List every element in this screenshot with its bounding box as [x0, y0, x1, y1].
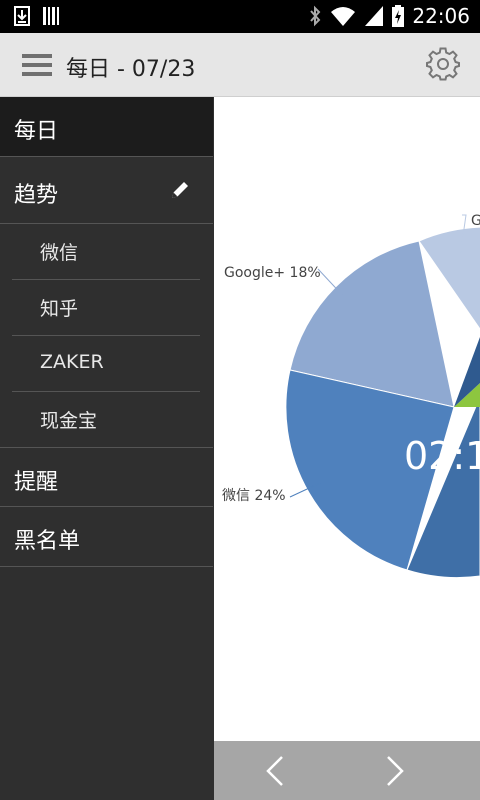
battery-charging-icon	[392, 5, 405, 27]
status-time: 22:06	[412, 4, 470, 28]
wifi-icon	[331, 7, 356, 26]
divider	[0, 566, 213, 567]
drawer-item-label: 每日	[14, 119, 59, 144]
signal-icon	[365, 6, 384, 26]
slice-label-googleplus: Google+ 18%	[224, 265, 321, 281]
gear-icon[interactable]	[426, 47, 460, 81]
bluetooth-icon	[310, 5, 321, 27]
drawer-subitem-label: 知乎	[40, 298, 79, 320]
drawer-subitem-zaker[interactable]: ZAKER	[0, 336, 213, 391]
drawer-item-daily[interactable]: 每日	[0, 97, 213, 156]
slice-label-weixin: 微信 24%	[222, 488, 286, 504]
drawer-item-reminder[interactable]: 提醒	[0, 448, 213, 506]
action-bar: 每日 - 07/23	[0, 33, 480, 97]
chevron-right-icon[interactable]	[384, 755, 406, 787]
download-icon	[14, 6, 30, 26]
drawer-item-label: 黑名单	[14, 529, 81, 554]
main-content: Google+ 18% 微信 24% G 02:1	[214, 97, 480, 740]
drawer-item-label: 提醒	[14, 470, 59, 495]
drawer-item-trend[interactable]: 趋势	[0, 157, 213, 223]
pencil-icon[interactable]	[169, 179, 191, 201]
bottom-navigation-bar	[214, 741, 480, 800]
drawer-subitem-zhihu[interactable]: 知乎	[0, 280, 213, 335]
status-bar: 22:06	[0, 0, 480, 33]
drawer-item-blacklist[interactable]: 黑名单	[0, 507, 213, 566]
navigation-drawer: 每日 趋势 微信 知乎 ZAKER 现金宝 提醒 黑名单	[0, 97, 214, 800]
drawer-subitem-label: ZAKER	[40, 351, 104, 373]
drawer-subitem-label: 现金宝	[40, 410, 98, 432]
hamburger-menu-icon[interactable]	[22, 52, 52, 78]
drawer-subitem-label: 微信	[40, 242, 79, 264]
page-title: 每日 - 07/23	[66, 57, 196, 82]
drawer-item-label: 趋势	[14, 183, 59, 208]
pie-chart: Google+ 18% 微信 24% G 02:1	[222, 213, 480, 579]
drawer-subitem-weixin[interactable]: 微信	[0, 224, 213, 279]
barcode-icon	[43, 7, 59, 25]
slice-label-g: G	[471, 213, 480, 229]
chevron-left-icon[interactable]	[264, 755, 286, 787]
drawer-subitem-xianjinbao[interactable]: 现金宝	[0, 392, 213, 447]
pie-center-label: 02:1	[404, 434, 480, 478]
